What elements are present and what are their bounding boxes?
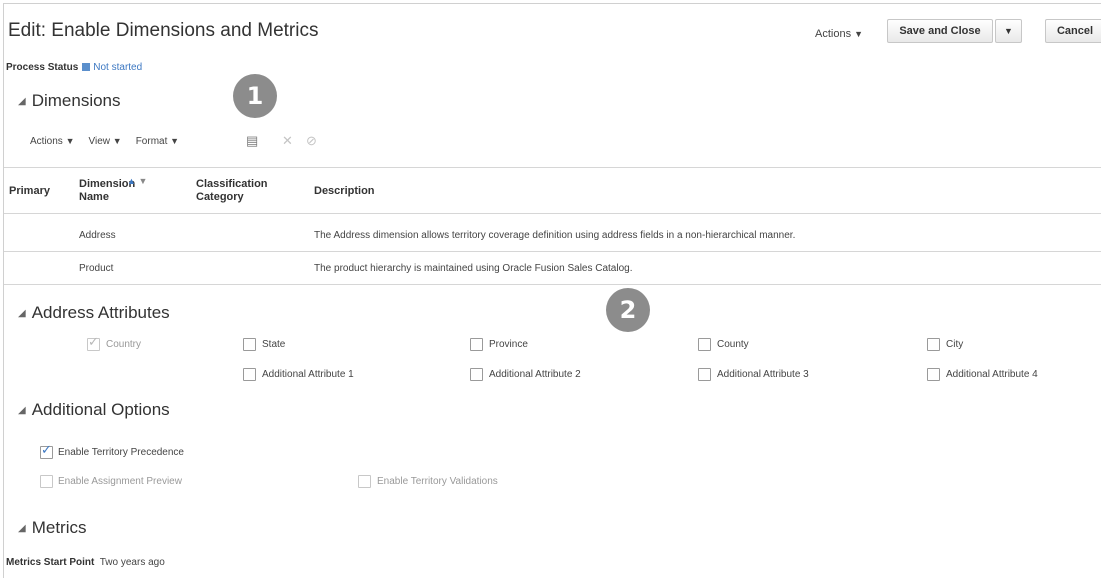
sort-descending-icon[interactable]: ▼ <box>138 176 147 186</box>
chevron-down-icon: ▼ <box>112 136 122 146</box>
callout-badge-2: 2 <box>606 288 650 332</box>
row-address-description: The Address dimension allows territory c… <box>314 230 796 241</box>
checkbox-additional-attribute-2[interactable] <box>470 368 483 381</box>
cancel-label: Cancel <box>1056 25 1094 37</box>
page-title: Edit: Enable Dimensions and Metrics <box>8 20 319 41</box>
toolbar-format-menu[interactable]: Format ▼ <box>136 136 179 147</box>
metrics-start-point-label: Metrics Start Point <box>6 557 95 568</box>
checkbox-country[interactable]: ✓ <box>87 335 100 351</box>
table-top-divider <box>4 167 1101 168</box>
column-header-classification-category[interactable]: Classification Category <box>196 178 291 204</box>
callout-badge-1: 1 <box>233 74 277 118</box>
label-additional-attribute-1: Additional Attribute 1 <box>262 369 354 380</box>
sort-buttons[interactable]: ▲ ▼ <box>127 176 147 186</box>
toolbar-actions-menu[interactable]: Actions ▼ <box>30 136 75 147</box>
metrics-start-point-value: Two years ago <box>99 557 165 568</box>
dimensions-toolbar: Actions ▼ View ▼ Format ▼ <box>30 136 193 147</box>
label-province: Province <box>489 339 528 350</box>
dimensions-section-header[interactable]: ◢ Dimensions <box>18 91 121 111</box>
additional-options-heading: Additional Options <box>31 400 170 419</box>
address-attributes-section-header[interactable]: ◢ Address Attributes <box>18 303 170 323</box>
chevron-down-icon: ▼ <box>1004 26 1013 36</box>
toolbar-view-menu[interactable]: View ▼ <box>89 136 122 147</box>
column-header-primary[interactable]: Primary <box>9 185 51 198</box>
toolbar-format-label: Format <box>135 136 168 147</box>
checkbox-enable-assignment-preview[interactable] <box>40 475 53 488</box>
collapse-triangle-icon: ◢ <box>18 405 26 416</box>
process-status-label: Process Status <box>6 62 79 73</box>
page-frame <box>3 3 1101 578</box>
save-and-close-button[interactable]: Save and Close <box>887 19 993 43</box>
checkmark-icon: ✓ <box>41 443 52 458</box>
collapse-triangle-icon: ◢ <box>18 523 26 534</box>
checkbox-city[interactable] <box>927 338 940 351</box>
delete-icon[interactable]: ✕ <box>282 133 293 149</box>
checkbox-county[interactable] <box>698 338 711 351</box>
collapse-triangle-icon: ◢ <box>18 96 26 107</box>
column-header-description[interactable]: Description <box>314 185 375 198</box>
header-actions-label: Actions <box>815 28 852 40</box>
metrics-start-point: Metrics Start Point Two years ago <box>6 557 165 568</box>
checkbox-state[interactable] <box>243 338 256 351</box>
table-header-divider <box>4 213 1101 214</box>
checkbox-additional-attribute-4[interactable] <box>927 368 940 381</box>
label-additional-attribute-2: Additional Attribute 2 <box>489 369 581 380</box>
label-county: County <box>717 339 749 350</box>
done-icon[interactable]: ⊘ <box>306 133 317 149</box>
save-options-dropdown-button[interactable]: ▼ <box>995 19 1022 43</box>
chevron-down-icon: ▼ <box>170 136 180 146</box>
cancel-button[interactable]: Cancel <box>1045 19 1101 43</box>
toolbar-view-label: View <box>88 136 111 147</box>
process-status: Process Status Not started <box>6 62 142 73</box>
table-bottom-divider <box>4 284 1101 285</box>
chevron-down-icon: ▼ <box>854 29 864 39</box>
row-product-description: The product hierarchy is maintained usin… <box>314 263 633 274</box>
metrics-heading: Metrics <box>31 518 87 537</box>
checkmark-icon: ✓ <box>88 335 99 350</box>
sort-ascending-icon[interactable]: ▲ <box>127 176 136 186</box>
save-and-close-label: Save and Close <box>899 25 981 37</box>
checkbox-additional-attribute-3[interactable] <box>698 368 711 381</box>
freeze-icon[interactable]: ▤ <box>246 133 258 149</box>
label-country: Country <box>106 339 142 350</box>
collapse-triangle-icon: ◢ <box>18 308 26 319</box>
row-address-name: Address <box>79 230 116 241</box>
table-row-divider <box>4 251 1101 252</box>
header-actions-menu[interactable]: Actions ▼ <box>815 28 863 40</box>
row-product-name: Product <box>79 263 114 274</box>
label-additional-attribute-4: Additional Attribute 4 <box>946 369 1038 380</box>
metrics-section-header[interactable]: ◢ Metrics <box>18 518 86 538</box>
label-enable-assignment-preview: Enable Assignment Preview <box>58 476 182 487</box>
checkbox-province[interactable] <box>470 338 483 351</box>
label-state: State <box>262 339 286 350</box>
chevron-down-icon: ▼ <box>65 136 75 146</box>
toolbar-actions-label: Actions <box>30 136 63 147</box>
label-city: City <box>946 339 964 350</box>
label-enable-territory-precedence: Enable Territory Precedence <box>58 447 184 458</box>
dimensions-heading: Dimensions <box>31 91 121 110</box>
status-square-icon <box>82 63 91 71</box>
process-status-value: Not started <box>93 62 143 73</box>
label-additional-attribute-3: Additional Attribute 3 <box>717 369 809 380</box>
checkbox-additional-attribute-1[interactable] <box>243 368 256 381</box>
address-attributes-heading: Address Attributes <box>31 303 170 322</box>
label-enable-territory-validations: Enable Territory Validations <box>377 476 498 487</box>
checkbox-enable-territory-precedence[interactable]: ✓ <box>40 443 53 459</box>
additional-options-section-header[interactable]: ◢ Additional Options <box>18 400 170 420</box>
checkbox-enable-territory-validations[interactable] <box>358 475 371 488</box>
